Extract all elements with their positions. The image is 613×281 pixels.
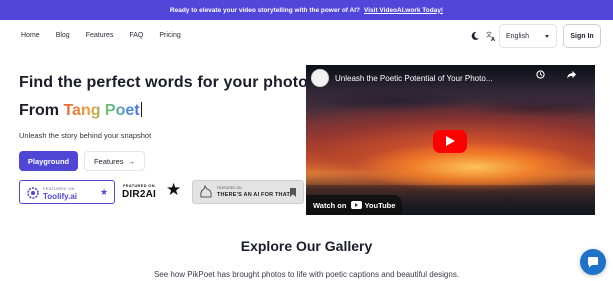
nav-link-features[interactable]: Features (86, 32, 114, 39)
toolify-badge-small: FEATURED ON (43, 186, 75, 191)
youtube-embed[interactable]: Unleash the Poetic Potential of Your Pho… (306, 65, 595, 215)
nav-link-faq[interactable]: FAQ (129, 32, 143, 39)
hero-from: From (19, 102, 64, 119)
taaft-badge[interactable]: FEATURED ON THERE'S AN AI FOR THAT (192, 180, 304, 204)
nav-link-home[interactable]: Home (21, 32, 40, 39)
play-button[interactable] (433, 130, 467, 153)
youtube-icon (351, 201, 363, 209)
typing-cursor (140, 102, 143, 117)
translate-icon[interactable]: 文 A (486, 31, 496, 41)
chevron-down-icon (545, 35, 549, 38)
nav-link-blog[interactable]: Blog (56, 32, 70, 39)
hero-title: Find the perfect words for your photos (19, 74, 318, 91)
svg-text:A: A (491, 37, 495, 41)
gallery-title: Explore Our Gallery (240, 238, 373, 254)
toolify-badge-name: Toolify.ai (43, 192, 77, 201)
watch-later-control[interactable] (530, 70, 550, 80)
promo-banner: Ready to elevate your video storytelling… (0, 0, 613, 20)
features-button-label: Features (93, 156, 124, 166)
features-button[interactable]: Features → (84, 151, 145, 171)
dir2ai-badge-small: FEATURED ON (123, 183, 155, 188)
share-icon (566, 70, 576, 79)
play-icon (446, 136, 455, 146)
channel-avatar[interactable] (311, 69, 329, 87)
language-select[interactable]: English (499, 24, 557, 48)
playground-button[interactable]: Playground (19, 151, 78, 171)
toolify-logo-icon (27, 187, 39, 199)
dir2ai-badge[interactable]: FEATURED ON DIR2AI ★ (122, 180, 186, 204)
arrow-right-icon: → (127, 156, 136, 166)
banner-text: Ready to elevate your video storytelling… (169, 6, 360, 14)
sign-in-button[interactable]: Sign In (563, 24, 601, 48)
taaft-logo-icon (200, 185, 212, 198)
taaft-badge-small: FEATURED ON (217, 186, 242, 190)
toolify-badge[interactable]: FEATURED ON Toolify.ai ★ (19, 180, 115, 204)
chat-icon (588, 257, 598, 268)
hero-subtitle: Unleash the story behind your snapshot (19, 131, 152, 140)
bookmark-icon (290, 188, 296, 197)
taaft-badge-name: THERE'S AN AI FOR THAT (217, 192, 291, 198)
star-icon: ★ (166, 180, 182, 199)
nav-link-pricing[interactable]: Pricing (159, 32, 180, 39)
star-icon: ★ (100, 187, 109, 197)
hero-brand: Tang Poet (63, 102, 140, 119)
moon-icon[interactable] (470, 31, 480, 41)
youtube-logo: YouTube (351, 201, 395, 210)
clock-icon (535, 70, 545, 79)
language-value: English (506, 32, 529, 40)
banner-link[interactable]: Visit VideoAI.work Today! (364, 7, 443, 14)
chat-button[interactable] (580, 249, 606, 275)
nav-links: Home Blog Features FAQ Pricing (21, 32, 197, 39)
hero-title-line2: From Tang Poet (19, 102, 143, 120)
watch-on-label: Watch on (313, 200, 347, 210)
share-control[interactable] (561, 70, 581, 80)
watch-on-youtube-button[interactable]: Watch on YouTube (306, 195, 403, 215)
dir2ai-badge-name: DIR2AI (122, 189, 156, 200)
gallery-subtitle: See how PikPoet has brought photos to li… (153, 270, 460, 279)
youtube-label: YouTube (364, 200, 396, 210)
video-title[interactable]: Unleash the Poetic Potential of Your Pho… (335, 74, 492, 83)
